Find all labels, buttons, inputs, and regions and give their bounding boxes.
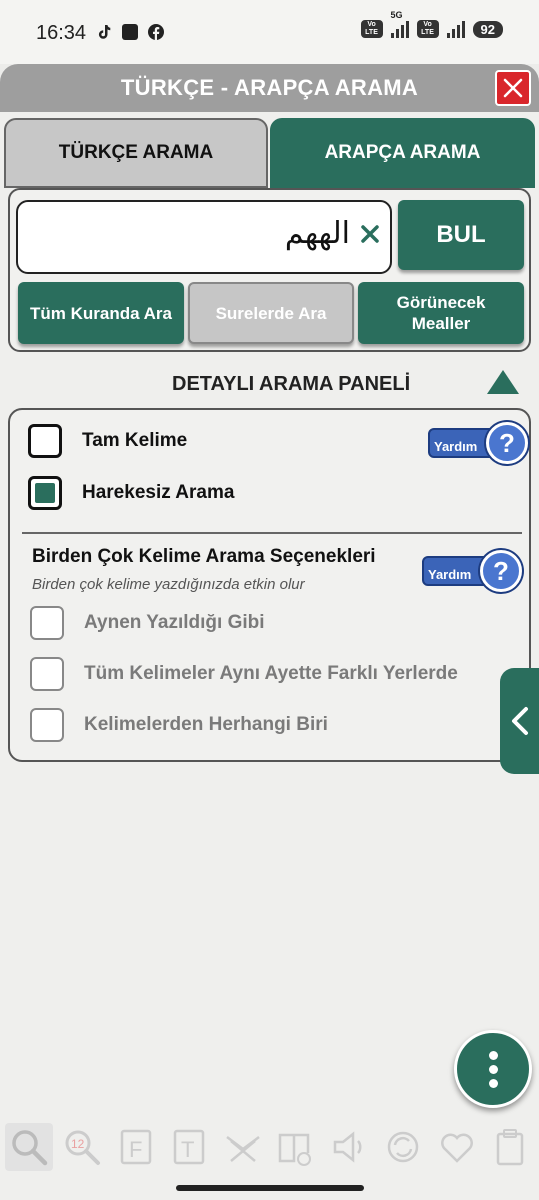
close-button[interactable]	[495, 70, 531, 106]
option-exact-phrase-label: Aynen Yazıldığı Gibi	[84, 612, 265, 633]
multi-word-subtitle: Birden çok kelime yazdığınızda etkin olu…	[32, 576, 305, 593]
t-book-icon[interactable]: T	[165, 1123, 213, 1171]
more-dot	[488, 1078, 498, 1088]
status-time: 16:34	[36, 22, 87, 44]
search-mode-tabs: TÜRKÇE ARAMA ARAPÇA ARAMA	[4, 118, 535, 188]
collapse-triangle-icon[interactable]	[487, 370, 519, 394]
multi-word-title: Birden Çok Kelime Arama Seçenekleri	[32, 546, 376, 567]
signal-icon	[390, 20, 409, 38]
help-label: Yardım	[428, 567, 472, 582]
more-dot	[488, 1050, 498, 1060]
tab-arabic-search[interactable]: ARAPÇA ARAMA	[270, 118, 535, 188]
search-icon[interactable]	[4, 1123, 53, 1171]
svg-text:F: F	[129, 1137, 142, 1162]
checkbox-any-word[interactable]	[30, 708, 64, 742]
search-panel: الههم BUL Tüm Kuranda Ara Surelerde Ara …	[8, 188, 531, 352]
detail-search-panel: Tam Kelime Yardım ? Harekesiz Arama Bird…	[8, 408, 531, 762]
volte-icon: Vo LTE	[360, 20, 383, 38]
search-number-badge: 12	[71, 1137, 85, 1151]
chevron-left-icon	[511, 707, 528, 735]
battery-icon: 92	[472, 20, 503, 38]
more-options-button[interactable]	[454, 1030, 532, 1108]
bottom-nav: 12 F T	[0, 1118, 539, 1176]
svg-text:T: T	[181, 1137, 194, 1162]
volte-icon-2: Vo LTE	[416, 20, 439, 38]
search-input-value: الههم	[284, 216, 350, 251]
option-all-words-same-ayah-label: Tüm Kelimeler Aynı Ayette Farklı Yerlerd…	[84, 663, 458, 684]
option-exact-word[interactable]: Tam Kelime	[28, 424, 187, 458]
question-icon: ?	[486, 422, 528, 464]
network-type: 5G	[390, 10, 403, 20]
numbered-search-icon[interactable]: 12	[58, 1123, 106, 1171]
option-any-word-label: Kelimelerden Herhangi Biri	[84, 714, 328, 735]
checkbox-no-harakat[interactable]	[28, 476, 62, 510]
option-all-words-same-ayah[interactable]: Tüm Kelimeler Aynı Ayette Farklı Yerlerd…	[30, 657, 458, 691]
help-button-2[interactable]: Yardım ?	[422, 550, 522, 592]
dialog-title-bar: TÜRKÇE - ARAPÇA ARAMA	[0, 64, 539, 112]
tiktok-icon	[98, 25, 111, 39]
question-icon: ?	[480, 550, 522, 592]
app-square-icon	[122, 24, 138, 40]
home-indicator[interactable]	[176, 1185, 364, 1191]
dialog-title: TÜRKÇE - ARAPÇA ARAMA	[120, 75, 419, 100]
option-any-word[interactable]: Kelimelerden Herhangi Biri	[30, 708, 328, 742]
facebook-icon	[148, 24, 164, 40]
detail-panel-title: DETAYLI ARAMA PANELİ	[172, 373, 411, 395]
search-in-surahs-button[interactable]: Surelerde Ara	[188, 282, 354, 344]
meal-book-icon[interactable]	[272, 1123, 320, 1171]
tab-turkish-search[interactable]: TÜRKÇE ARAMA	[4, 118, 268, 188]
help-button-1[interactable]: Yardım ?	[428, 422, 528, 464]
checkbox-all-words-same-ayah[interactable]	[30, 657, 64, 691]
clear-icon[interactable]	[358, 222, 382, 246]
detail-panel-header[interactable]: DETAYLI ARAMA PANELİ	[0, 364, 539, 404]
status-bar: 16:34 Vo LTE 5G Vo LTE 92	[0, 0, 539, 64]
search-input[interactable]: الههم	[16, 200, 392, 274]
search-all-quran-button[interactable]: Tüm Kuranda Ara	[18, 282, 184, 344]
find-button[interactable]: BUL	[398, 200, 524, 270]
help-label: Yardım	[434, 439, 478, 454]
clipboard-icon[interactable]	[486, 1123, 534, 1171]
checkbox-exact-word[interactable]	[28, 424, 62, 458]
side-drawer-tab[interactable]	[500, 668, 539, 774]
option-no-harakat-label: Harekesiz Arama	[82, 482, 235, 503]
heart-icon[interactable]	[433, 1123, 481, 1171]
search-dialog: TÜRKÇE - ARAPÇA ARAMA TÜRKÇE ARAMA ARAPÇ…	[0, 64, 539, 1200]
quran-stand-icon[interactable]	[219, 1123, 267, 1171]
more-dot	[488, 1064, 498, 1074]
checkbox-exact-phrase[interactable]	[30, 606, 64, 640]
sync-icon[interactable]	[379, 1123, 427, 1171]
f-book-icon[interactable]: F	[112, 1123, 160, 1171]
close-icon	[503, 78, 523, 98]
visible-translations-button[interactable]: Görünecek Mealler	[358, 282, 524, 344]
speaker-icon[interactable]	[326, 1123, 374, 1171]
option-exact-phrase[interactable]: Aynen Yazıldığı Gibi	[30, 606, 265, 640]
divider	[22, 532, 522, 534]
option-no-harakat[interactable]: Harekesiz Arama	[28, 476, 234, 510]
signal-icon-2	[446, 20, 465, 38]
option-exact-word-label: Tam Kelime	[82, 430, 188, 451]
visible-translations-label: Görünecek Mealler	[396, 293, 486, 333]
